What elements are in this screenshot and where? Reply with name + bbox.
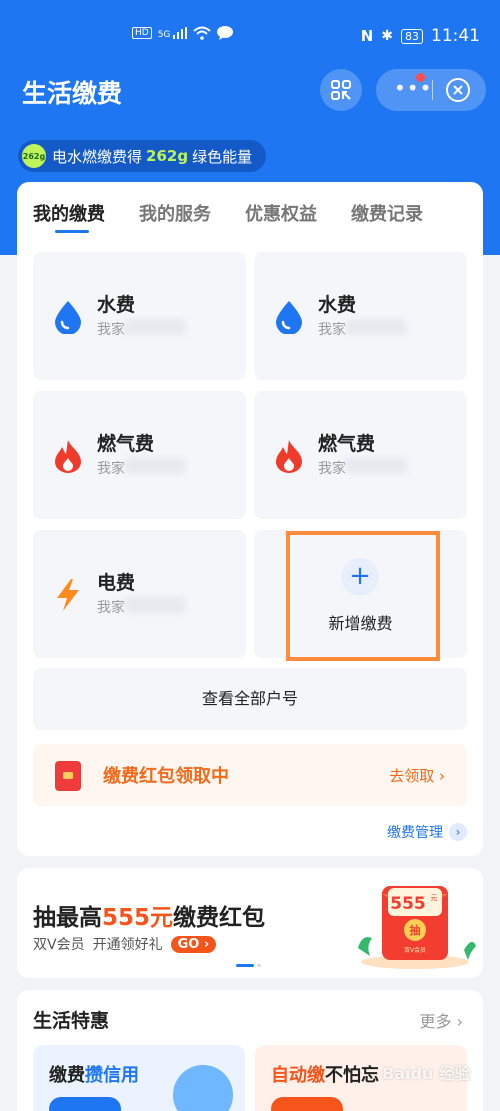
active-tab-indicator xyxy=(55,230,89,233)
energy-text-prefix: 电水燃缴费得 xyxy=(52,147,143,166)
svg-text:抽: 抽 xyxy=(410,923,421,937)
banner-subtitle: 双V会员 开通领好礼 GO › xyxy=(33,934,217,954)
payment-management-link[interactable]: 缴费管理 › xyxy=(387,822,467,842)
redacted-account xyxy=(125,597,185,613)
life-deals-section: 生活特惠 更多 › 缴费攒信用 自动缴不怕忘 xyxy=(17,990,483,1111)
hd-indicator: HD xyxy=(132,27,152,39)
flame-icon xyxy=(276,440,302,473)
bill-tile-gas-1[interactable]: 燃气费 我家 xyxy=(33,391,246,519)
bill-name: 燃气费 xyxy=(318,433,376,455)
account-label: 我家 xyxy=(97,461,125,477)
bluetooth-icon: ✱ xyxy=(381,28,393,44)
notification-dot xyxy=(416,73,425,82)
chevron-right-icon: › xyxy=(449,823,467,841)
svg-text:双V会员: 双V会员 xyxy=(404,946,426,954)
water-drop-icon xyxy=(55,301,81,334)
claim-link[interactable]: 去领取 › xyxy=(389,765,445,786)
promo-button[interactable] xyxy=(271,1097,343,1111)
carousel-indicator xyxy=(236,964,261,967)
membership-label: 双V会员 xyxy=(33,937,85,953)
scan-icon xyxy=(331,80,351,100)
red-packet-text: 缴费红包领取中 xyxy=(103,766,229,787)
clock: 11:41 xyxy=(431,26,480,46)
tab-payment-records[interactable]: 缴费记录 xyxy=(351,200,423,226)
promo-card-credit[interactable]: 缴费攒信用 xyxy=(33,1045,245,1111)
red-envelope-icon xyxy=(55,761,81,791)
svg-text:555: 555 xyxy=(390,894,426,914)
water-drop-icon xyxy=(276,301,302,334)
section-title: 生活特惠 xyxy=(33,1010,110,1032)
wifi-icon xyxy=(193,26,211,40)
redacted-account xyxy=(346,458,406,474)
promo-title: 自动缴不怕忘 xyxy=(271,1065,379,1086)
highlight-annotation-box xyxy=(286,531,440,661)
status-bar: HD 5G N ✱ 83 11:41 xyxy=(0,0,500,56)
message-icon xyxy=(217,26,234,40)
account-label: 我家 xyxy=(318,461,346,477)
bill-name: 水费 xyxy=(318,294,357,316)
payment-management-label: 缴费管理 xyxy=(387,825,443,841)
bill-tile-gas-2[interactable]: 燃气费 我家 xyxy=(254,391,467,519)
energy-text-suffix: 绿色能量 xyxy=(192,147,253,166)
tab-my-payments[interactable]: 我的缴费 xyxy=(33,200,105,226)
promo-title: 缴费攒信用 xyxy=(49,1065,139,1086)
svg-text:元: 元 xyxy=(431,894,438,902)
flame-icon xyxy=(55,440,81,473)
watermark: Baidu 经验 xyxy=(382,1064,471,1083)
status-right: N ✱ 83 11:41 xyxy=(361,26,480,46)
close-button[interactable] xyxy=(446,78,470,102)
tab-my-services[interactable]: 我的服务 xyxy=(139,200,211,226)
redacted-account xyxy=(346,319,406,335)
tab-benefits[interactable]: 优惠权益 xyxy=(245,200,317,226)
more-icon[interactable]: ••• xyxy=(394,76,432,100)
bill-name: 燃气费 xyxy=(97,433,155,455)
mini-program-capsule: ••• xyxy=(376,69,486,111)
scan-button[interactable] xyxy=(320,69,362,111)
account-label: 我家 xyxy=(318,322,346,338)
view-all-accounts-button[interactable]: 查看全部户号 xyxy=(33,668,467,730)
network-type: 5G xyxy=(157,29,171,40)
redacted-account xyxy=(125,458,185,474)
promo-illustration xyxy=(173,1065,233,1111)
account-label: 我家 xyxy=(97,322,125,338)
payment-card: 我的缴费 我的服务 优惠权益 缴费记录 水费 我家 水费 我家 燃气费 我家 燃… xyxy=(17,182,483,856)
go-button[interactable]: GO › xyxy=(170,935,217,953)
account-label: 我家 xyxy=(97,600,125,616)
banner-amount: 555元 xyxy=(102,905,174,931)
red-packet-bar[interactable]: 缴费红包领取中 去领取 › xyxy=(33,744,467,806)
status-left: HD 5G xyxy=(132,26,234,40)
bill-tile-water-2[interactable]: 水费 我家 xyxy=(254,252,467,380)
promo-banner[interactable]: 抽最高555元缴费红包 双V会员 开通领好礼 GO › 555 元 抽 双V会员 xyxy=(17,868,483,978)
membership-offer: 开通领好礼 xyxy=(92,937,163,953)
close-icon xyxy=(453,85,463,95)
more-link[interactable]: 更多 › xyxy=(420,1008,464,1032)
redacted-account xyxy=(125,319,185,335)
battery-indicator: 83 xyxy=(401,28,423,44)
bill-tile-water-1[interactable]: 水费 我家 xyxy=(33,252,246,380)
red-packet-illustration: 555 元 抽 双V会员 xyxy=(358,886,476,969)
title-bar: 生活缴费 ••• xyxy=(0,60,500,120)
lightning-icon xyxy=(57,579,79,611)
banner-title: 抽最高555元缴费红包 xyxy=(33,905,266,931)
bill-name: 电费 xyxy=(97,572,136,594)
green-energy-banner[interactable]: 262g 电水燃缴费得 262g 绿色能量 xyxy=(18,140,267,172)
bill-name: 水费 xyxy=(97,294,136,316)
page-title: 生活缴费 xyxy=(22,79,123,108)
bill-tile-electricity[interactable]: 电费 我家 xyxy=(33,530,246,658)
promo-button[interactable] xyxy=(49,1097,121,1111)
signal-icon: 5G xyxy=(157,26,188,40)
energy-badge-icon: 262g xyxy=(22,144,46,168)
nfc-icon: N xyxy=(360,27,374,45)
energy-amount: 262g xyxy=(146,147,189,165)
capsule-divider xyxy=(432,80,433,100)
